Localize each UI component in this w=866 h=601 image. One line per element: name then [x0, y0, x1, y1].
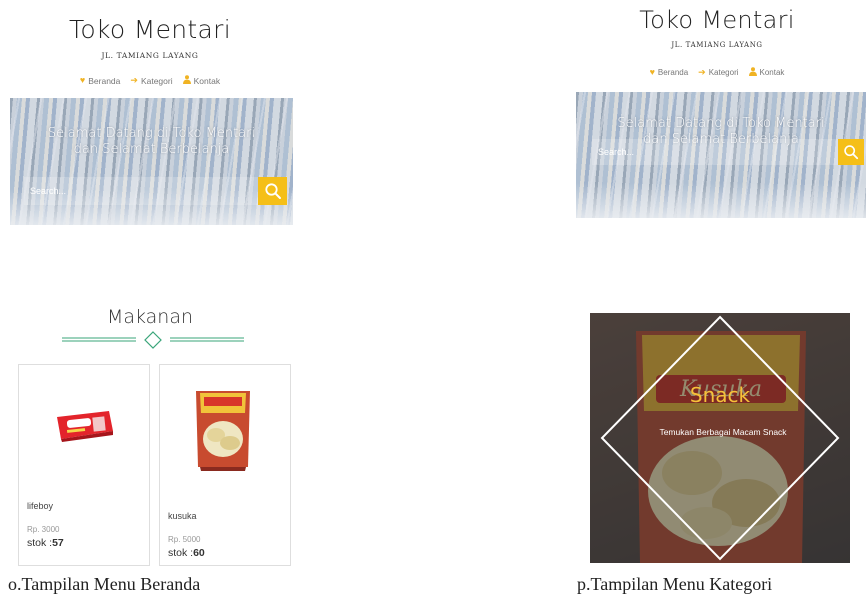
product-image-chips	[196, 391, 250, 471]
category-screen: Toko Mentari JL. TAMIANG LAYANG ♥ Berand…	[568, 0, 866, 570]
product-card-kusuka[interactable]: kusuka Rp. 5000 stok :60	[159, 364, 291, 566]
arrow-right-icon: ➔	[698, 67, 706, 77]
product-name: kusuka	[168, 511, 197, 521]
nav-item-kontak[interactable]: Kontak	[182, 75, 221, 86]
heart-icon: ♥	[649, 67, 655, 77]
hero-welcome-text: Selamat Datang di Toko Mentari dan Selam…	[10, 126, 293, 158]
nav-label: Kontak	[193, 75, 221, 86]
product-card-lifeboy[interactable]: lifeboy Rp. 3000 stok :57	[18, 364, 150, 566]
hero-line-2: dan Selamat Berbelanja	[73, 141, 230, 157]
category-description: Temukan Berbagai Macam Snack	[659, 427, 787, 437]
nav-label: Kategori	[140, 75, 173, 86]
product-name: lifeboy	[27, 501, 54, 511]
store-name: Toko Mentari	[639, 6, 795, 34]
main-nav: ♥ Beranda ➔ Kategori Kontak	[568, 67, 866, 78]
nav-label: Kontak	[759, 68, 785, 77]
category-card-snack[interactable]: Kusuka Snack Temukan Berbagai Macam Snac…	[590, 313, 850, 563]
stock-label: stok :	[27, 537, 53, 549]
section-divider	[62, 331, 244, 349]
product-stock: stok :60	[168, 547, 205, 559]
nav-item-beranda[interactable]: ♥ Beranda	[80, 75, 120, 86]
hero-banner: Selamat Datang di Toko Mentari dan Selam…	[10, 98, 293, 225]
search-button[interactable]	[258, 177, 287, 205]
nav-item-beranda[interactable]: ♥ Beranda	[650, 67, 689, 78]
home-screen: Toko Mentari JL. TAMIANG LAYANG ♥ Berand…	[0, 0, 300, 570]
product-price: Rp. 5000	[168, 535, 201, 544]
store-name: Toko Mentari	[69, 15, 231, 44]
search-input[interactable]	[24, 177, 258, 205]
hero-banner: Selamat Datang di Toko Mentari dan Selam…	[576, 92, 866, 218]
nav-item-kategori[interactable]: ➔ Kategori	[130, 75, 172, 86]
search-bar	[592, 139, 864, 165]
caption-left: o.Tampilan Menu Beranda	[8, 574, 201, 594]
nav-item-kategori[interactable]: ➔ Kategori	[698, 67, 738, 78]
hero-line-1: Selamat Datang di Toko Mentari	[617, 116, 825, 131]
hero-line-1: Selamat Datang di Toko Mentari	[47, 126, 256, 141]
search-icon	[264, 183, 281, 199]
product-price: Rp. 3000	[27, 525, 60, 534]
search-input[interactable]	[592, 139, 838, 165]
search-button[interactable]	[838, 139, 864, 165]
search-icon	[844, 145, 859, 160]
main-nav: ♥ Beranda ➔ Kategori Kontak	[0, 75, 300, 86]
stock-label: stok :	[168, 547, 194, 559]
arrow-right-icon: ➔	[130, 75, 138, 85]
store-address: JL. TAMIANG LAYANG	[671, 41, 763, 49]
heart-icon: ♥	[79, 75, 86, 85]
nav-label: Kategori	[708, 68, 739, 77]
product-stock: stok :57	[27, 537, 64, 549]
product-image-soap	[57, 411, 113, 442]
nav-label: Beranda	[657, 68, 689, 77]
nav-label: Beranda	[88, 75, 121, 86]
user-icon	[748, 67, 757, 78]
search-bar	[24, 177, 287, 205]
stock-value: 60	[193, 547, 205, 559]
section-title: Makanan	[106, 306, 194, 328]
nav-item-kontak[interactable]: Kontak	[748, 67, 785, 78]
caption-right: p.Tampilan Menu Kategori	[577, 574, 773, 594]
category-title: Snack	[689, 383, 751, 407]
stock-value: 57	[52, 537, 64, 549]
store-address: JL. TAMIANG LAYANG	[101, 51, 199, 60]
user-icon	[182, 75, 191, 86]
